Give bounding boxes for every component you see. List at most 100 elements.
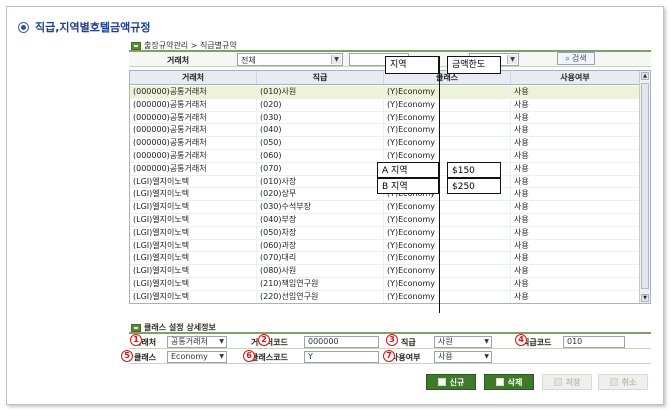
section-icon — [131, 323, 141, 332]
new-button[interactable]: 신규 — [426, 374, 476, 390]
column-header[interactable]: 직급 — [257, 71, 384, 84]
table-cell: 사용 — [511, 239, 640, 252]
chevron-down-icon: ▼ — [484, 338, 489, 345]
table-cell: (040)부장 — [257, 213, 384, 226]
step-marker-5: 5 — [121, 350, 133, 362]
scroll-thumb[interactable] — [641, 83, 649, 289]
table-row[interactable]: (000000)공통거래처 (030) (Y)Economy 사용 — [130, 111, 640, 125]
new-icon — [437, 378, 446, 386]
table-cell: (Y)Economy — [384, 124, 511, 137]
search-button[interactable]: ⌕ 검색 — [557, 52, 595, 65]
table-row[interactable]: (000000)공통거래처 (050) (Y)Economy 사용 — [130, 137, 640, 150]
table-cell: (000000)공통거래처 — [130, 86, 257, 98]
scroll-up-icon[interactable]: ▲ — [641, 72, 649, 80]
step-marker-3: 3 — [386, 334, 398, 346]
customer-code-field[interactable]: 000000 — [304, 336, 379, 348]
table-cell: (LGI)엘지이노텍 — [130, 213, 257, 226]
region-b-callout: B 지역 — [377, 178, 439, 194]
table-cell: (020)상무 — [257, 188, 384, 201]
table-cell: (000000)공통거래처 — [130, 124, 257, 137]
save-button[interactable]: 저장 — [542, 374, 592, 390]
table-cell: 사용 — [511, 175, 640, 188]
amount-a-callout: $150 — [447, 162, 501, 178]
table-row[interactable]: (LGI)엘지이노텍 (060)과장 (Y)Economy 사용 — [130, 239, 640, 253]
new-button-label: 신규 — [449, 377, 465, 387]
table-cell: 사용 — [511, 265, 640, 277]
chevron-down-icon: ▼ — [507, 55, 517, 64]
table-cell: 사용 — [511, 86, 640, 98]
table-cell: (Y)Economy — [384, 239, 511, 252]
table-cell: (Y)Economy — [384, 149, 511, 162]
chevron-down-icon: ▼ — [219, 338, 224, 345]
table-row[interactable]: (000000)공통거래처 (010)사원 (Y)Economy 사용 — [130, 86, 640, 99]
table-row[interactable]: (LGI)엘지이노텍 (070)대리 (Y)Economy 사용 — [130, 252, 640, 266]
rank-code-field[interactable]: 010 — [563, 336, 625, 348]
table-cell: 사용 — [511, 213, 640, 226]
table-cell: (210)책임연구원 — [257, 277, 384, 290]
column-header[interactable]: 거래처 — [130, 71, 257, 84]
table-cell: (050)차장 — [257, 226, 384, 239]
table-row[interactable]: (000000)공통거래처 (040) (Y)Economy 사용 — [130, 124, 640, 138]
table-row[interactable]: (LGI)엘지이노텍 (040)부장 (Y)Economy 사용 — [130, 213, 640, 227]
table-cell: (Y)Economy — [384, 137, 511, 149]
table-cell: (LGI)엘지이노텍 — [130, 252, 257, 265]
step-marker-7: 7 — [383, 350, 395, 362]
table-cell: (LGI)엘지이노텍 — [130, 239, 257, 252]
customer-value: 공통거래처 — [171, 337, 208, 346]
customer-filter-value: 전체 — [241, 56, 256, 65]
amount-b-callout: $250 — [447, 178, 501, 194]
table-cell: (LGI)엘지이노텍 — [130, 277, 257, 290]
table-cell: (000000)공통거래처 — [130, 149, 257, 162]
chevron-down-icon: ▼ — [219, 353, 224, 360]
table-body: (000000)공통거래처 (010)사원 (Y)Economy 사용 (000000)… — [130, 86, 640, 303]
table-row[interactable]: (LGI)엘지이노텍 (080)사원 (Y)Economy 사용 — [130, 265, 640, 278]
step-marker-1: 1 — [130, 334, 142, 346]
step-marker-6: 6 — [243, 350, 255, 362]
table-cell: 사용 — [511, 111, 640, 124]
table-row[interactable]: (LGI)엘지이노텍 (210)책임연구원 (Y)Economy 사용 — [130, 277, 640, 291]
table-cell: (LGI)엘지이노텍 — [130, 175, 257, 188]
class-code-label: 클래스코드 — [251, 353, 288, 362]
table-cell: (LGI)엘지이노텍 — [130, 265, 257, 277]
usage-label: 사용여부 — [391, 353, 421, 362]
table-cell: 사용 — [511, 290, 640, 303]
table-cell: (Y)Economy — [384, 201, 511, 213]
class-value: Economy — [171, 352, 208, 361]
class-code-field[interactable]: Y — [304, 351, 379, 363]
rank-select[interactable]: 사원 ▼ — [434, 336, 492, 348]
step-marker-4: 4 — [515, 334, 527, 346]
table-row[interactable]: (000000)공통거래처 (060) (Y)Economy 사용 — [130, 149, 640, 163]
rank-label: 직급 — [401, 338, 416, 347]
vertical-scrollbar[interactable]: ▲ ▼ — [639, 71, 650, 303]
delete-icon — [495, 378, 504, 386]
search-button-label: 검색 — [571, 54, 587, 63]
table-cell: (LGI)엘지이노텍 — [130, 201, 257, 213]
table-cell: (Y)Economy — [384, 226, 511, 239]
delete-button-label: 삭제 — [507, 377, 523, 387]
table-cell: (030)수석부장 — [257, 201, 384, 213]
table-cell: (010)사원 — [257, 86, 384, 98]
customer-filter-select[interactable]: 전체 ▼ — [237, 53, 343, 66]
delete-button[interactable]: 삭제 — [484, 374, 534, 390]
page-title: 직급,지역별호텔금액규정 — [35, 21, 151, 34]
table-row[interactable]: (LGI)엘지이노텍 (220)선임연구원 (Y)Economy 사용 — [130, 290, 640, 303]
table-cell: (060)과장 — [257, 239, 384, 252]
table-row[interactable]: (LGI)엘지이노텍 (030)수석부장 (Y)Economy 사용 — [130, 201, 640, 214]
table-row[interactable]: (LGI)엘지이노텍 (050)차장 (Y)Economy 사용 — [130, 226, 640, 240]
table-cell: (030) — [257, 111, 384, 124]
table-cell: (Y)Economy — [384, 252, 511, 265]
scroll-down-icon[interactable]: ▼ — [641, 294, 649, 302]
class-select[interactable]: Economy ▼ — [167, 351, 227, 363]
table-row[interactable]: (000000)공통거래처 (020) (Y)Economy 사용 — [130, 98, 640, 112]
customer-filter-label: 거래처 — [167, 56, 190, 65]
customer-select[interactable]: 공통거래처 ▼ — [167, 336, 227, 348]
table-cell: 사용 — [511, 277, 640, 290]
cancel-button[interactable]: 취소 — [598, 374, 648, 390]
region-a-callout: A 지역 — [377, 162, 439, 178]
region-callout: 지역 — [385, 56, 439, 74]
usage-select[interactable]: 사용 ▼ — [434, 351, 492, 363]
column-header[interactable]: 사용여부 — [511, 71, 640, 84]
table-cell: 사용 — [511, 98, 640, 111]
table-cell: (Y)Economy — [384, 86, 511, 98]
table-cell: (010)사장 — [257, 175, 384, 188]
